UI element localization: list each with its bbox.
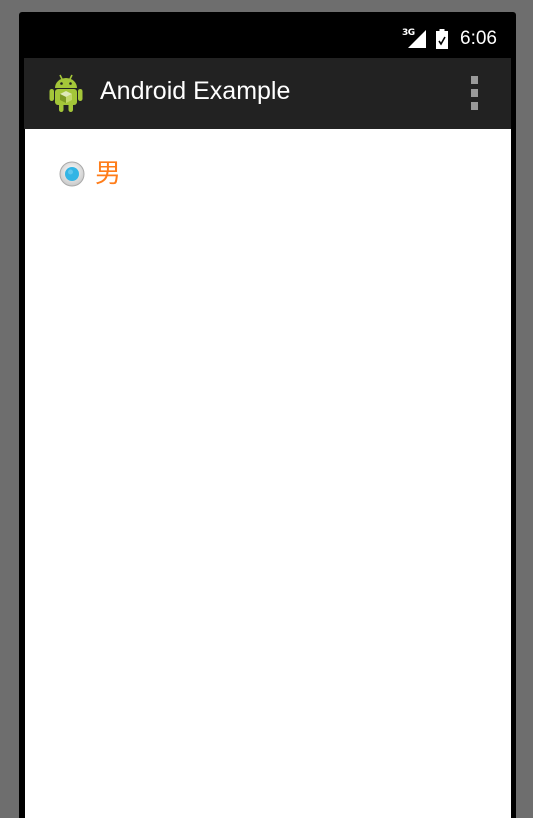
overflow-menu-dot xyxy=(470,76,478,84)
android-logo-icon[interactable] xyxy=(49,73,83,113)
content-area: 男 xyxy=(25,129,511,818)
radio-button[interactable] xyxy=(59,161,85,187)
status-bar: 3G 6:06 xyxy=(24,18,511,58)
signal-icon: 3G xyxy=(402,28,428,49)
radio-label: 男 xyxy=(95,159,122,189)
battery-icon xyxy=(436,29,449,49)
status-clock: 6:06 xyxy=(460,28,497,49)
gender-radio-option[interactable]: 男 xyxy=(59,159,121,189)
status-icons: 3G 6:06 xyxy=(402,27,497,51)
action-bar: Android Example xyxy=(24,58,511,129)
overflow-menu-icon[interactable] xyxy=(466,76,482,110)
app-title: Android Example xyxy=(100,77,291,105)
overflow-menu-dot xyxy=(470,89,478,97)
overflow-menu-dot xyxy=(470,102,478,110)
device-frame: 3G 6:06 Android Example 男 xyxy=(19,12,516,818)
